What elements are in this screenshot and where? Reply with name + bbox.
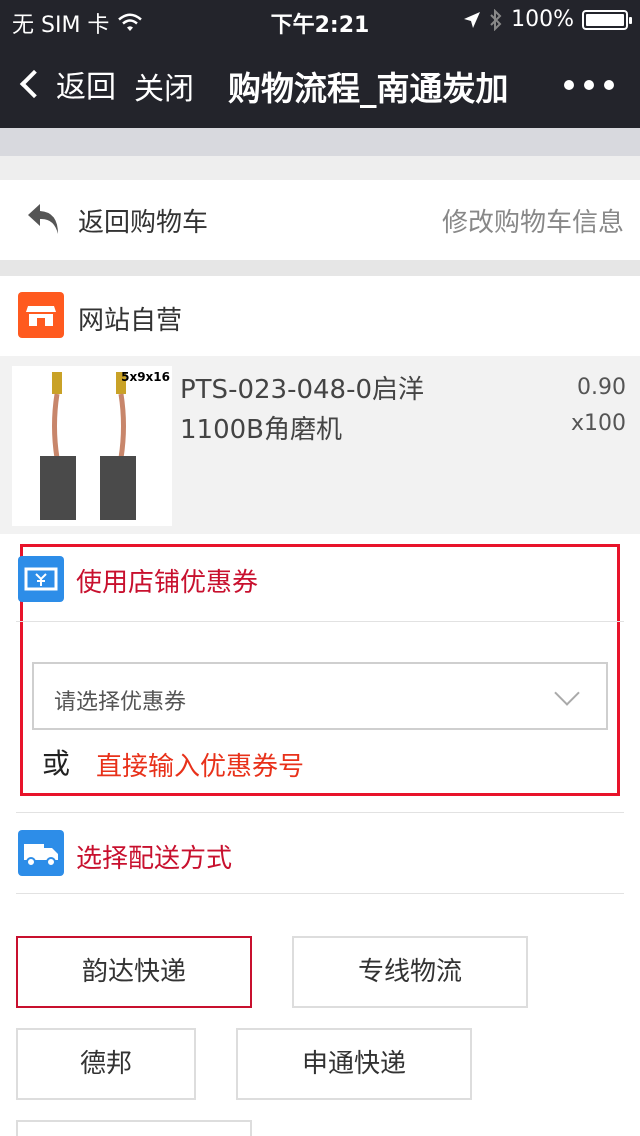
shipping-header: 选择配送方式 [16,830,624,894]
dot-icon [564,80,574,90]
more-options-button[interactable] [564,80,614,90]
product-row[interactable]: 5x9x16 PTS-023-048-0启洋1100B角磨机 0.90 x100 [0,356,640,534]
back-button[interactable]: 返回 [18,62,116,106]
carbon-brush-image [40,372,136,520]
product-price-block: 0.90 x100 [571,370,626,442]
delivery-truck-icon [18,830,64,876]
back-to-cart-row[interactable]: 返回购物车 修改购物车信息 [0,180,640,260]
product-image-size-label: 5x9x16 [121,370,170,384]
shipping-option-yunda[interactable]: 韵达快递 [16,936,252,1008]
coupon-select[interactable]: 请选择优惠券 [32,662,608,730]
divider [16,812,624,813]
shipping-option-more[interactable] [16,1120,252,1136]
product-quantity: x100 [570,411,626,436]
back-label: 返回 [56,70,116,105]
close-button[interactable]: 关闭 [134,64,194,108]
status-bar: 无 SIM 卡 下午2:21 100% [0,0,640,40]
dot-icon [584,80,594,90]
shipping-header-label: 选择配送方式 [76,844,233,874]
store-icon [18,292,64,338]
shipping-option-zhuanxian[interactable]: 专线物流 [292,936,528,1008]
chevron-down-icon [554,680,580,706]
shipping-option-shentong[interactable]: 申通快递 [236,1028,472,1100]
header-strip [0,128,640,156]
page-title: 购物流程_南通炭加 [228,69,509,108]
dot-icon [604,80,614,90]
store-row: 网站自营 [0,276,640,356]
bluetooth-icon [490,8,502,31]
coupon-code-input-link[interactable]: 直接输入优惠券号 [96,746,304,783]
coupon-header-label: 使用店铺优惠券 [76,568,259,598]
header-strip-light [0,156,640,180]
product-image: 5x9x16 [12,366,172,526]
coupon-or-label: 或 [42,747,71,780]
battery-icon [582,9,632,30]
store-name: 网站自营 [78,306,183,336]
back-to-cart-label: 返回购物车 [78,208,209,238]
edit-cart-link[interactable]: 修改购物车信息 [442,202,624,239]
section-gap [0,260,640,276]
coupon-ticket-icon [18,556,64,602]
nav-bar: 返回 关闭 购物流程_南通炭加 [0,40,640,128]
battery-percent: 100% [511,7,574,32]
product-name: PTS-023-048-0启洋1100B角磨机 [180,375,425,445]
chevron-left-icon [19,69,49,99]
shipping-option-debang[interactable]: 德邦 [16,1028,196,1100]
reply-arrow-icon [28,204,58,234]
product-price: 0.90 [577,375,626,400]
coupon-header: 使用店铺优惠券 [16,556,624,622]
coupon-select-placeholder: 请选择优惠券 [54,690,187,715]
location-arrow-icon [464,11,481,28]
